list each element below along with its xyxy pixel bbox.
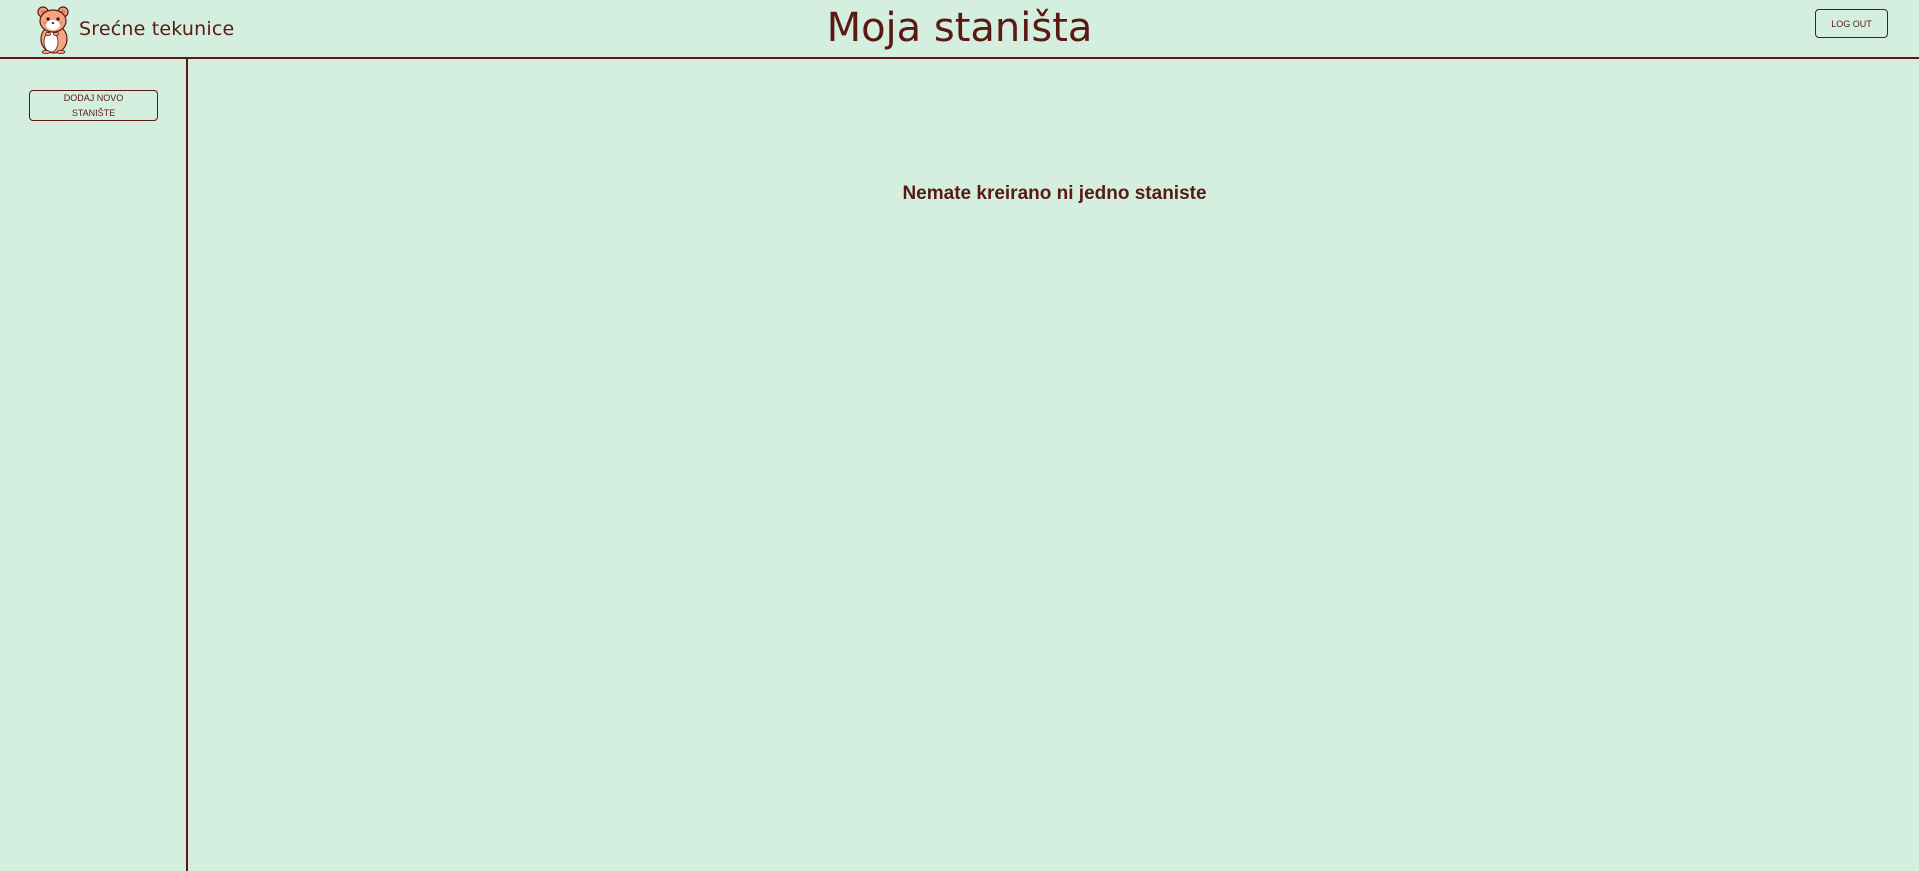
main-content: Nemate kreirano ni jedno staniste	[190, 59, 1919, 871]
logout-button[interactable]: LOG OUT	[1815, 9, 1888, 38]
empty-state-message: Nemate kreirano ni jedno staniste	[902, 183, 1207, 204]
add-habitat-button[interactable]: DODAJ NOVO STANIŠTE	[29, 90, 158, 121]
sidebar: DODAJ NOVO STANIŠTE	[0, 59, 188, 871]
top-header: Srećne tekunice Moja staništa LOG OUT	[0, 0, 1919, 59]
page-title: Moja staništa	[826, 5, 1093, 51]
